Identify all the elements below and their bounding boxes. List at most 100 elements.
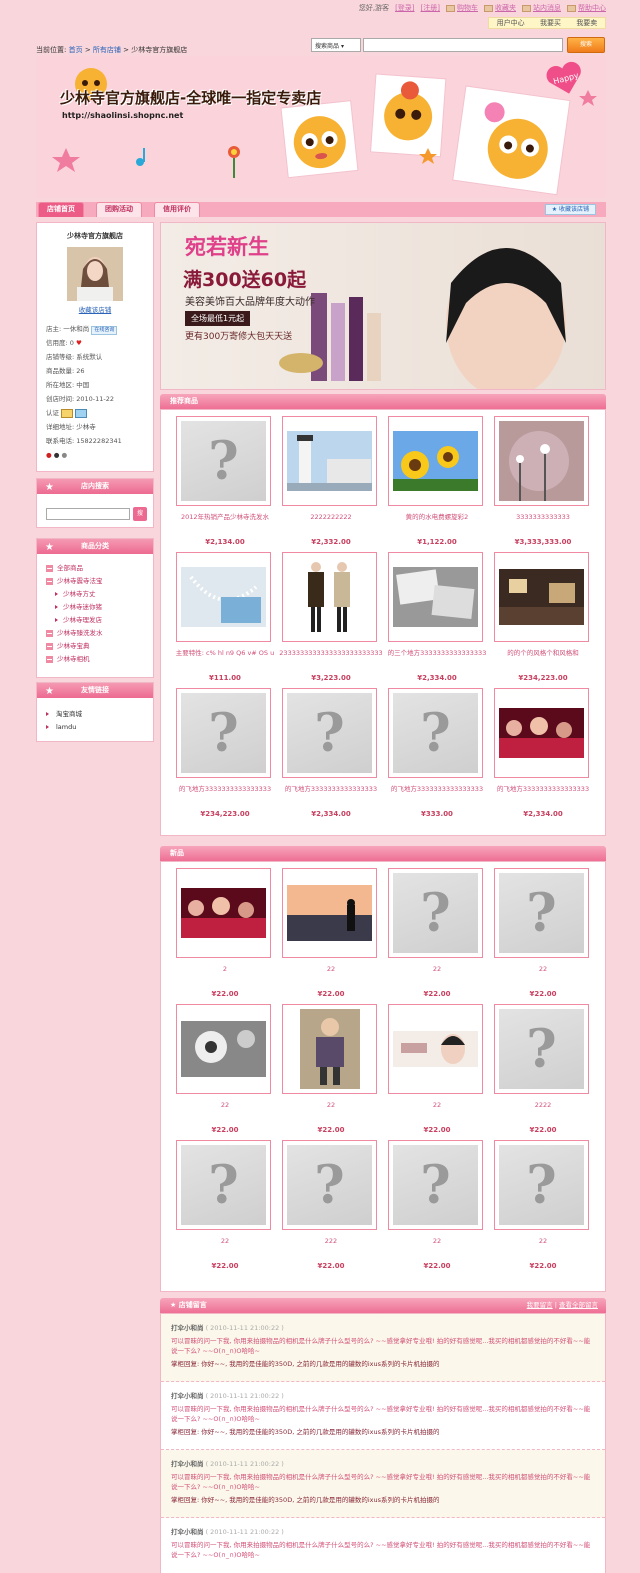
product-card[interactable]: 的飞地方3333333333333333 ¥2,334.00	[491, 688, 597, 824]
friend-link[interactable]: lamdu	[37, 721, 153, 734]
product-card[interactable]: ? 的飞地方3333333333333333 ¥333.00	[385, 688, 491, 824]
product-image[interactable]: ?	[282, 688, 377, 778]
product-image[interactable]: ?	[388, 1140, 483, 1230]
help-link[interactable]: 帮助中心	[567, 3, 606, 13]
search-input[interactable]	[363, 38, 563, 52]
tab-credit[interactable]: 信用评价	[154, 202, 200, 217]
product-card[interactable]: ? 22 ¥22.00	[385, 1140, 491, 1276]
product-name[interactable]: 2222222222	[279, 512, 383, 534]
product-card[interactable]: 2 ¥22.00	[173, 868, 279, 1004]
product-name[interactable]: 22	[385, 964, 489, 986]
product-name[interactable]: 3333333333333	[491, 512, 595, 534]
product-name[interactable]: 222	[279, 1236, 383, 1258]
category-item[interactable]: 少林寺震寺法宝	[37, 575, 153, 588]
product-image[interactable]	[494, 552, 589, 642]
category-item[interactable]: 少林寺臻洗发水	[37, 627, 153, 640]
shop-card-fav-link[interactable]: 收藏该店铺	[37, 304, 153, 314]
product-name[interactable]: 22	[279, 1100, 383, 1122]
product-card[interactable]: 2222222222 ¥2,332.00	[279, 416, 385, 552]
search-button[interactable]: 搜索	[567, 37, 605, 53]
promo-banner[interactable]: 宛若新生 满300送60起 美容美饰百大品牌年度大动作 全场最低1元起 更有30…	[160, 222, 606, 390]
shop-search-button[interactable]: 搜	[133, 507, 147, 521]
product-name[interactable]: 的飞地方3333333333333333	[491, 784, 595, 806]
product-card[interactable]: 22 ¥22.00	[279, 868, 385, 1004]
breadcrumb-home[interactable]: 首页	[69, 46, 83, 54]
product-name[interactable]: 22	[279, 964, 383, 986]
product-image[interactable]	[494, 688, 589, 778]
product-image[interactable]: ?	[388, 868, 483, 958]
product-name[interactable]: 22	[385, 1100, 489, 1122]
product-image[interactable]	[282, 1004, 377, 1094]
leave-message-link[interactable]: 我要留言	[527, 1301, 553, 1309]
owner-chat-badge[interactable]: 在线咨询	[91, 326, 118, 335]
login-link[interactable]: [登录]	[395, 3, 414, 13]
product-image[interactable]: ?	[176, 688, 271, 778]
product-image[interactable]	[494, 416, 589, 506]
product-name[interactable]: 2012年热销产品少林寺洗发水	[173, 512, 277, 534]
product-name[interactable]: 2	[173, 964, 277, 986]
product-card[interactable]: ? 的飞地方3333333333333333 ¥234,223.00	[173, 688, 279, 824]
user-center-link[interactable]: 用户中心	[497, 18, 525, 28]
product-name[interactable]: 2333333333333333333333333	[279, 648, 383, 670]
product-image[interactable]	[176, 868, 271, 958]
product-name[interactable]: 黄的的水电费螺旋彩2	[385, 512, 489, 534]
product-image[interactable]: ?	[176, 416, 271, 506]
product-image[interactable]	[176, 1004, 271, 1094]
cart-link[interactable]: 购物车	[446, 3, 478, 13]
product-image[interactable]	[176, 552, 271, 642]
register-link[interactable]: [注册]	[421, 3, 440, 13]
product-image[interactable]: ?	[388, 688, 483, 778]
product-card[interactable]: ? 222 ¥22.00	[279, 1140, 385, 1276]
category-item[interactable]: 全部商品	[37, 562, 153, 575]
product-name[interactable]: 的三个地方3333333333333333	[385, 648, 489, 670]
shop-url[interactable]: http://shaolinsi.shopnc.net	[62, 111, 183, 120]
product-card[interactable]: ? 22 ¥22.00	[491, 868, 597, 1004]
product-name[interactable]: 22	[491, 964, 595, 986]
product-name[interactable]: 22	[491, 1236, 595, 1258]
product-name[interactable]: 主要特性: c% hl n9 Q6 v# OS u	[173, 648, 277, 670]
product-card[interactable]: ? 22 ¥22.00	[491, 1140, 597, 1276]
tab-shop-home[interactable]: 店铺首页	[38, 202, 84, 217]
product-name[interactable]: 的飞地方3333333333333333	[173, 784, 277, 806]
product-name[interactable]: 22	[173, 1100, 277, 1122]
product-card[interactable]: ? 2012年热销产品少林寺洗发水 ¥2,134.00	[173, 416, 279, 552]
product-card[interactable]: ? 的飞地方3333333333333333 ¥2,334.00	[279, 688, 385, 824]
shop-search-input[interactable]	[46, 508, 130, 520]
product-card[interactable]: 22 ¥22.00	[173, 1004, 279, 1140]
product-card[interactable]: 3333333333333 ¥3,333,333.00	[491, 416, 597, 552]
product-card[interactable]: 22 ¥22.00	[385, 1004, 491, 1140]
product-card[interactable]: 的的个的风格个和风格和 ¥234,223.00	[491, 552, 597, 688]
user-icon[interactable]: ●	[62, 451, 68, 459]
product-card[interactable]: 2333333333333333333333333 ¥3,223.00	[279, 552, 385, 688]
product-name[interactable]: 22	[385, 1236, 489, 1258]
messages-link[interactable]: 站内消息	[522, 3, 561, 13]
product-image[interactable]	[282, 416, 377, 506]
product-image[interactable]: ?	[282, 1140, 377, 1230]
view-all-messages-link[interactable]: 查看全部留言	[559, 1301, 598, 1309]
sell-link[interactable]: 我要卖	[576, 18, 597, 28]
product-image[interactable]	[388, 1004, 483, 1094]
category-item[interactable]: 少林寺相机	[37, 653, 153, 666]
qq-icon[interactable]: ●	[46, 451, 52, 459]
wangwang-icon[interactable]: ●	[54, 451, 60, 459]
favorites-link[interactable]: 收藏夹	[484, 3, 516, 13]
product-image[interactable]: ?	[494, 868, 589, 958]
friend-link[interactable]: 淘宝商城	[37, 708, 153, 721]
breadcrumb-all-shops[interactable]: 所有店铺	[93, 46, 121, 54]
search-type-select[interactable]: 搜索商品 ▾	[311, 38, 361, 52]
product-image[interactable]	[282, 868, 377, 958]
product-card[interactable]: ? 22 ¥22.00	[385, 868, 491, 1004]
tab-group-buy[interactable]: 团购活动	[96, 202, 142, 217]
product-name[interactable]: 的飞地方3333333333333333	[279, 784, 383, 806]
subcategory-item[interactable]: 少林寺理发店	[37, 614, 153, 627]
fav-shop-button[interactable]: ★ 收藏该店铺	[544, 204, 596, 215]
product-card[interactable]: 的三个地方3333333333333333 ¥2,334.00	[385, 552, 491, 688]
product-card[interactable]: ? 22 ¥22.00	[173, 1140, 279, 1276]
product-image[interactable]	[388, 552, 483, 642]
product-card[interactable]: ? 2222 ¥22.00	[491, 1004, 597, 1140]
product-name[interactable]: 22	[173, 1236, 277, 1258]
buy-link[interactable]: 我要买	[540, 18, 561, 28]
category-item[interactable]: 少林寺宝典	[37, 640, 153, 653]
product-image[interactable]: ?	[494, 1140, 589, 1230]
product-card[interactable]: 22 ¥22.00	[279, 1004, 385, 1140]
